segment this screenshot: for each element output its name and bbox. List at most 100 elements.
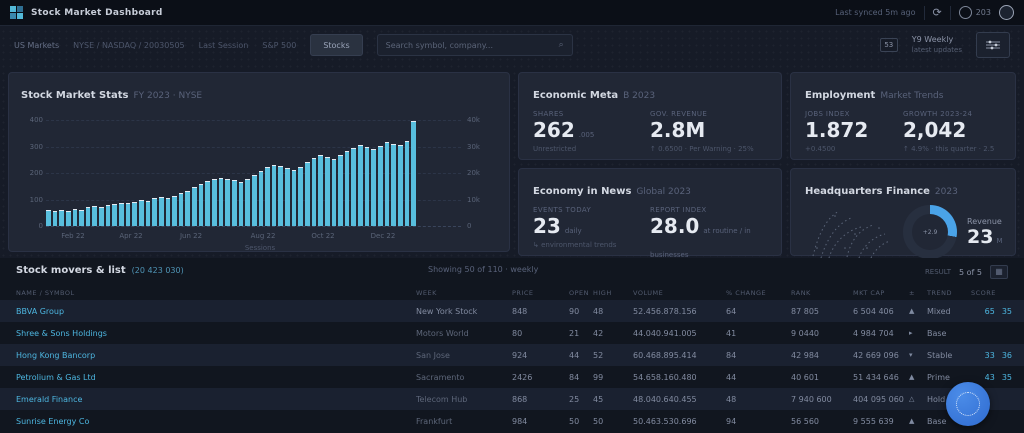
column-header[interactable]: Score — [971, 289, 1012, 297]
column-header[interactable]: Trend — [927, 289, 971, 297]
table-row[interactable]: Shree & Sons Holdings Motors World 80 21 42 4… — [0, 322, 1024, 344]
column-header[interactable]: Rank — [791, 289, 853, 297]
y-tick-label: 30k — [467, 142, 480, 151]
bar — [304, 162, 310, 226]
column-header[interactable]: ± — [909, 289, 927, 297]
table-cell: 54.658.160.480 — [633, 372, 697, 382]
score-badge[interactable]: 35 — [1002, 307, 1012, 316]
filter-button[interactable] — [976, 32, 1010, 58]
bar — [205, 181, 211, 226]
column-header[interactable]: Price — [512, 289, 569, 297]
table-title-suffix: (20 423 030) — [131, 266, 184, 275]
bar — [185, 190, 191, 226]
table-cell: 56 560 — [791, 416, 819, 426]
table-row[interactable]: Petrolium & Gas Ltd Sacramento 2426 84 99 54.… — [0, 366, 1024, 388]
search-input[interactable] — [385, 40, 553, 50]
table-cell: 80 — [512, 328, 523, 338]
stock-name-link[interactable]: Shree & Sons Holdings — [16, 329, 416, 338]
nav-item-markets[interactable]: US Markets — [14, 41, 59, 50]
bar — [105, 205, 111, 226]
table-cell: 44 — [726, 372, 737, 382]
table-cell: ▲ — [909, 307, 915, 315]
bar — [145, 200, 151, 226]
table-cell: 41 — [726, 328, 737, 338]
score-badge[interactable]: 43 — [985, 373, 995, 382]
table-row[interactable]: Hong Kong Bancorp San Jose 924 44 52 60.468.8… — [0, 344, 1024, 366]
table-cell: 924 — [512, 350, 528, 360]
x-tick-label: Feb 22 — [61, 232, 85, 240]
table-cell: 21 — [569, 328, 580, 338]
table-row[interactable]: Emerald Finance Telecom Hub 868 25 45 48.040.… — [0, 388, 1024, 410]
bar — [192, 186, 197, 226]
score-badge[interactable]: 65 — [985, 307, 995, 316]
gauge-center-value: +2.9 — [922, 228, 938, 236]
table-cell: 50 — [569, 416, 580, 426]
table-row[interactable]: Sunrise Energy Co Frankfurt 984 50 50 50.463.… — [0, 410, 1024, 432]
bar — [46, 210, 51, 226]
table-cell: 9 0440 — [791, 328, 819, 338]
floating-action-button[interactable] — [946, 382, 990, 426]
nav-item-sp500[interactable]: S&P 500 — [262, 41, 296, 50]
column-header[interactable]: Volume — [633, 289, 726, 297]
column-header[interactable]: High — [593, 289, 633, 297]
bar — [311, 157, 317, 226]
stock-name-link[interactable]: Petrolium & Gas Ltd — [16, 373, 416, 382]
table-cell: 84 — [569, 372, 580, 382]
notifications-button[interactable]: 203 — [958, 6, 991, 19]
y-tick-label: 400 — [29, 116, 43, 124]
stat-growth: Growth 2023-24 2,042 ↑ 4.9% · this quart… — [903, 110, 995, 153]
x-tick-label: Jun 22 — [179, 232, 203, 240]
y-tick-label: 0 — [38, 222, 43, 230]
table-cell: Mixed — [927, 306, 951, 316]
score-badge[interactable]: 33 — [985, 351, 995, 360]
bar — [231, 180, 237, 226]
score-badge[interactable]: 35 — [1002, 373, 1012, 382]
column-header[interactable]: Mkt Cap — [853, 289, 909, 297]
table-row[interactable]: BBVA Group New York Stock 848 90 48 52.456.87… — [0, 300, 1024, 322]
column-header[interactable]: Name / Symbol — [16, 289, 416, 297]
bar — [371, 149, 377, 226]
table-cell: 90 — [569, 306, 580, 316]
stocks-button[interactable]: Stocks — [310, 34, 363, 56]
table-view-toggle-icon[interactable]: ▦ — [990, 265, 1008, 279]
score-badge[interactable]: 36 — [1002, 351, 1012, 360]
watchlist-count-badge[interactable]: 53 — [879, 38, 898, 52]
refresh-icon[interactable]: ⟳ — [933, 6, 942, 19]
bar — [132, 201, 137, 226]
y-tick-label: 100 — [29, 195, 43, 204]
stock-name-link[interactable]: Hong Kong Bancorp — [16, 351, 416, 360]
column-header[interactable]: Open — [569, 289, 593, 297]
search-icon[interactable]: ⌕ — [559, 40, 564, 50]
bar — [152, 198, 157, 226]
table-cell: 50.463.530.696 — [633, 416, 697, 426]
bar — [344, 151, 350, 226]
revenue-donut-gauge: +2.9 — [903, 205, 957, 259]
bar — [404, 140, 410, 226]
column-header[interactable]: Week — [416, 289, 512, 297]
nav-item-session[interactable]: Last Session — [199, 41, 249, 50]
y-axis-left: 400 300 200 100 0 — [17, 116, 43, 230]
stock-name-link[interactable]: Sunrise Energy Co — [16, 417, 416, 426]
table-cell: 42 — [593, 328, 604, 338]
table-cell: 45 — [593, 394, 604, 404]
bar — [265, 167, 270, 226]
bar — [238, 182, 244, 226]
economy-news-card: Economy in News Global 2023 Events today … — [518, 168, 782, 273]
bar — [318, 154, 323, 226]
bar — [338, 154, 343, 226]
table-title: Stock movers & list (20 423 030) — [16, 265, 184, 276]
table-cell: 84 — [726, 350, 737, 360]
stock-name-link[interactable]: BBVA Group — [16, 307, 416, 316]
bar — [291, 170, 297, 226]
table-cell: Stable — [927, 350, 953, 360]
nav-item-exchanges[interactable]: NYSE / NASDAQ / 20030505 — [73, 41, 184, 50]
avatar[interactable] — [999, 5, 1014, 20]
stock-name-link[interactable]: Emerald Finance — [16, 395, 416, 404]
bar — [397, 145, 403, 226]
table-cell: 50 — [593, 416, 604, 426]
stock-table-section: Stock movers & list (20 423 030) Showing … — [0, 258, 1024, 433]
bar — [324, 157, 330, 226]
column-header[interactable]: % Change — [726, 289, 791, 297]
bar — [331, 159, 337, 226]
bar — [218, 177, 224, 226]
